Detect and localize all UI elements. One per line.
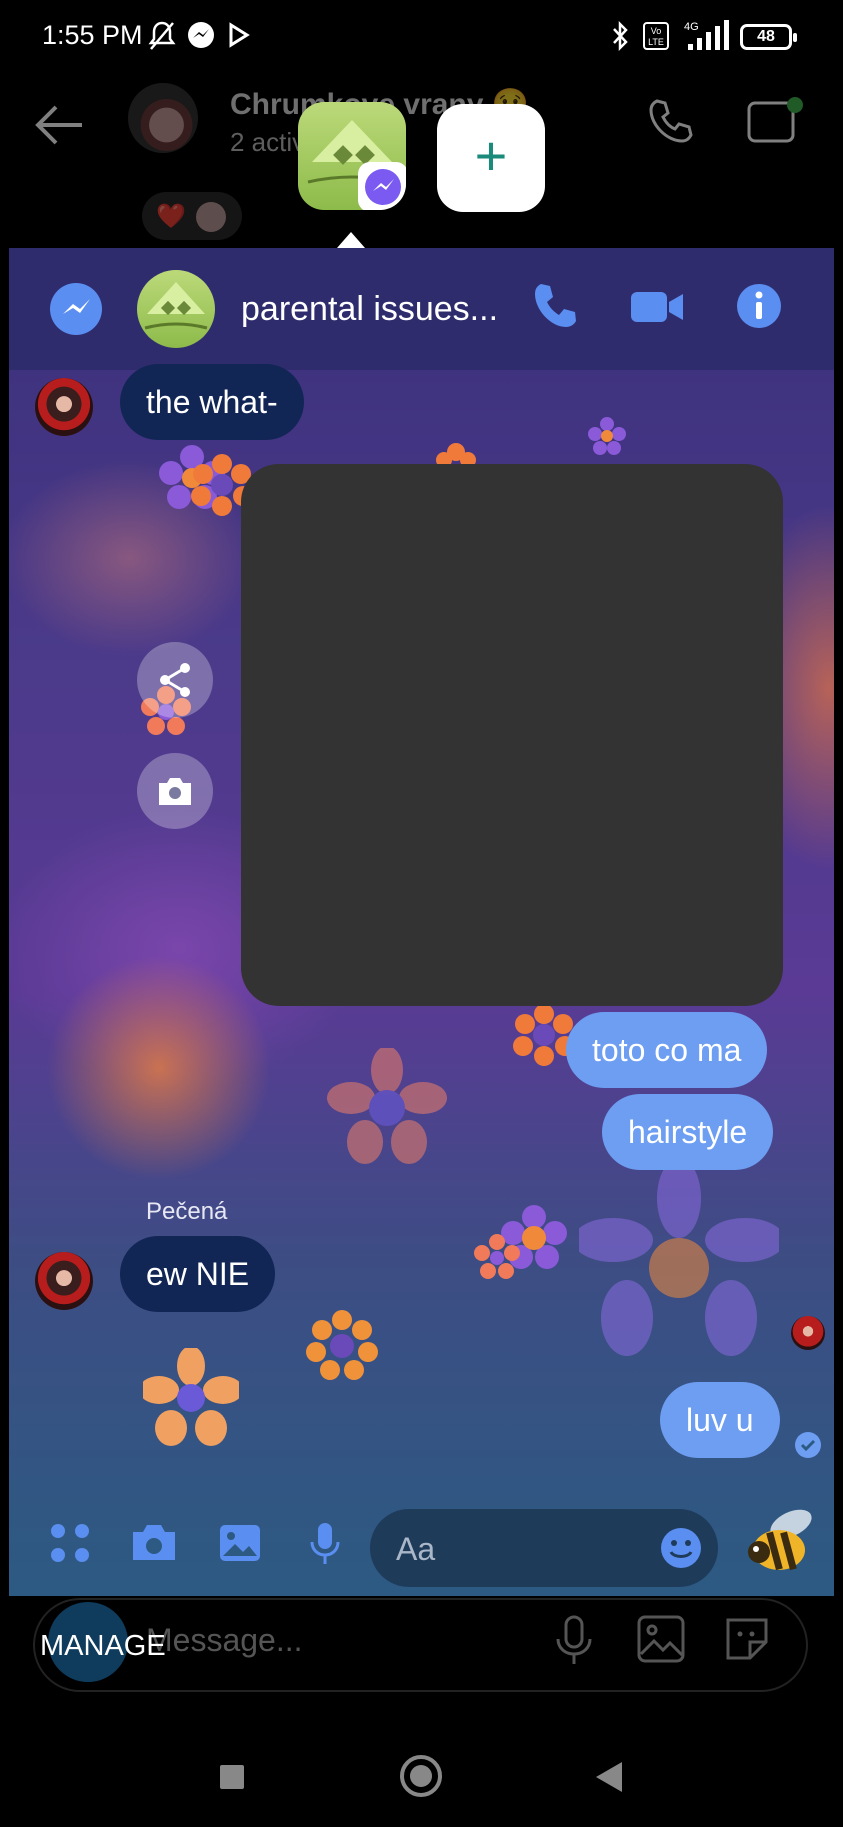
- seen-by-avatar: [791, 1316, 825, 1350]
- message-bubble-outgoing[interactable]: hairstyle: [602, 1094, 774, 1170]
- background-chat-header: Chrumkove vrany 😢 2 activ ❤️: [0, 75, 843, 250]
- camera-icon[interactable]: [129, 1520, 179, 1571]
- svg-text:LTE: LTE: [648, 37, 664, 47]
- camera-button[interactable]: [137, 753, 213, 829]
- play-store-icon: [226, 20, 252, 55]
- home-button[interactable]: [400, 1755, 442, 1797]
- gallery-icon[interactable]: [217, 1520, 263, 1571]
- bee-sticker-icon[interactable]: [745, 1504, 819, 1585]
- dnd-off-icon: [148, 20, 176, 57]
- sender-avatar[interactable]: [35, 1252, 93, 1310]
- phone-icon[interactable]: [645, 95, 697, 152]
- heart-icon: ❤️: [156, 203, 186, 230]
- reactor-avatar: [196, 202, 226, 232]
- flower-decoration: [588, 417, 626, 455]
- message-bubble-outgoing[interactable]: toto co ma: [566, 1012, 768, 1088]
- flower-decoration: [306, 1310, 378, 1380]
- chat-bubble-panel: parental issues... the what- toto co ma …: [9, 248, 834, 1596]
- group-avatar[interactable]: [137, 270, 215, 348]
- video-call-icon[interactable]: [745, 95, 805, 152]
- share-button[interactable]: [137, 642, 213, 718]
- bluetooth-icon: [606, 20, 634, 59]
- messenger-logo-icon[interactable]: [50, 283, 102, 335]
- messenger-badge-icon: [358, 162, 406, 210]
- message-bubble-incoming[interactable]: ew NIE: [120, 1236, 276, 1312]
- sticker-icon[interactable]: [722, 1614, 772, 1669]
- message-input[interactable]: Aa: [370, 1509, 718, 1587]
- message-composer: Aa: [9, 1496, 834, 1596]
- more-apps-icon[interactable]: [47, 1520, 93, 1571]
- back-button[interactable]: [596, 1762, 622, 1792]
- flower-decoration: [474, 1234, 520, 1279]
- message-bubble-outgoing[interactable]: luv u: [660, 1382, 780, 1458]
- background-chat-subtitle: 2 activ: [230, 127, 306, 157]
- reaction-pill: ❤️: [142, 192, 242, 240]
- back-arrow-icon[interactable]: [32, 103, 84, 152]
- add-bubble-button[interactable]: +: [437, 104, 545, 212]
- underlying-message-placeholder: Message...: [146, 1622, 303, 1658]
- share-icon: [160, 663, 190, 697]
- svg-text:Vo: Vo: [651, 26, 662, 36]
- message-input-placeholder: Aa: [396, 1531, 436, 1567]
- media-message[interactable]: [241, 464, 783, 1006]
- sent-check-icon: [795, 1432, 821, 1458]
- recents-button[interactable]: [220, 1765, 244, 1789]
- microphone-icon[interactable]: [307, 1520, 343, 1573]
- status-bar: 1:55 PM Vo LTE 4G 48: [0, 0, 843, 75]
- info-icon[interactable]: [733, 280, 785, 337]
- svg-text:4G: 4G: [684, 21, 699, 33]
- sender-name: Pečená: [146, 1198, 228, 1225]
- camera-icon: [159, 778, 191, 805]
- microphone-icon[interactable]: [553, 1614, 595, 1673]
- background-chat-avatar: [128, 83, 198, 153]
- video-camera-icon[interactable]: [629, 280, 685, 337]
- flower-decoration: [143, 1348, 239, 1446]
- messenger-notification-icon: [186, 20, 216, 55]
- manage-bubbles-button[interactable]: MANAGE: [40, 1630, 166, 1663]
- chat-header: parental issues...: [9, 248, 834, 370]
- chat-head-bubble[interactable]: [298, 102, 406, 210]
- bubble-pointer: [337, 232, 365, 248]
- flower-decoration: [579, 1168, 779, 1356]
- volte-icon: Vo LTE: [642, 20, 670, 57]
- emoji-icon[interactable]: [658, 1525, 704, 1576]
- chat-title[interactable]: parental issues...: [241, 290, 498, 329]
- status-time: 1:55 PM: [42, 20, 143, 50]
- message-bubble-incoming[interactable]: the what-: [120, 364, 304, 440]
- gallery-icon[interactable]: [636, 1614, 686, 1669]
- phone-icon[interactable]: [531, 280, 579, 337]
- signal-icon: 4G: [680, 18, 732, 59]
- sender-avatar[interactable]: [35, 378, 93, 436]
- flower-decoration: [327, 1048, 447, 1164]
- battery-indicator: 48: [740, 24, 797, 50]
